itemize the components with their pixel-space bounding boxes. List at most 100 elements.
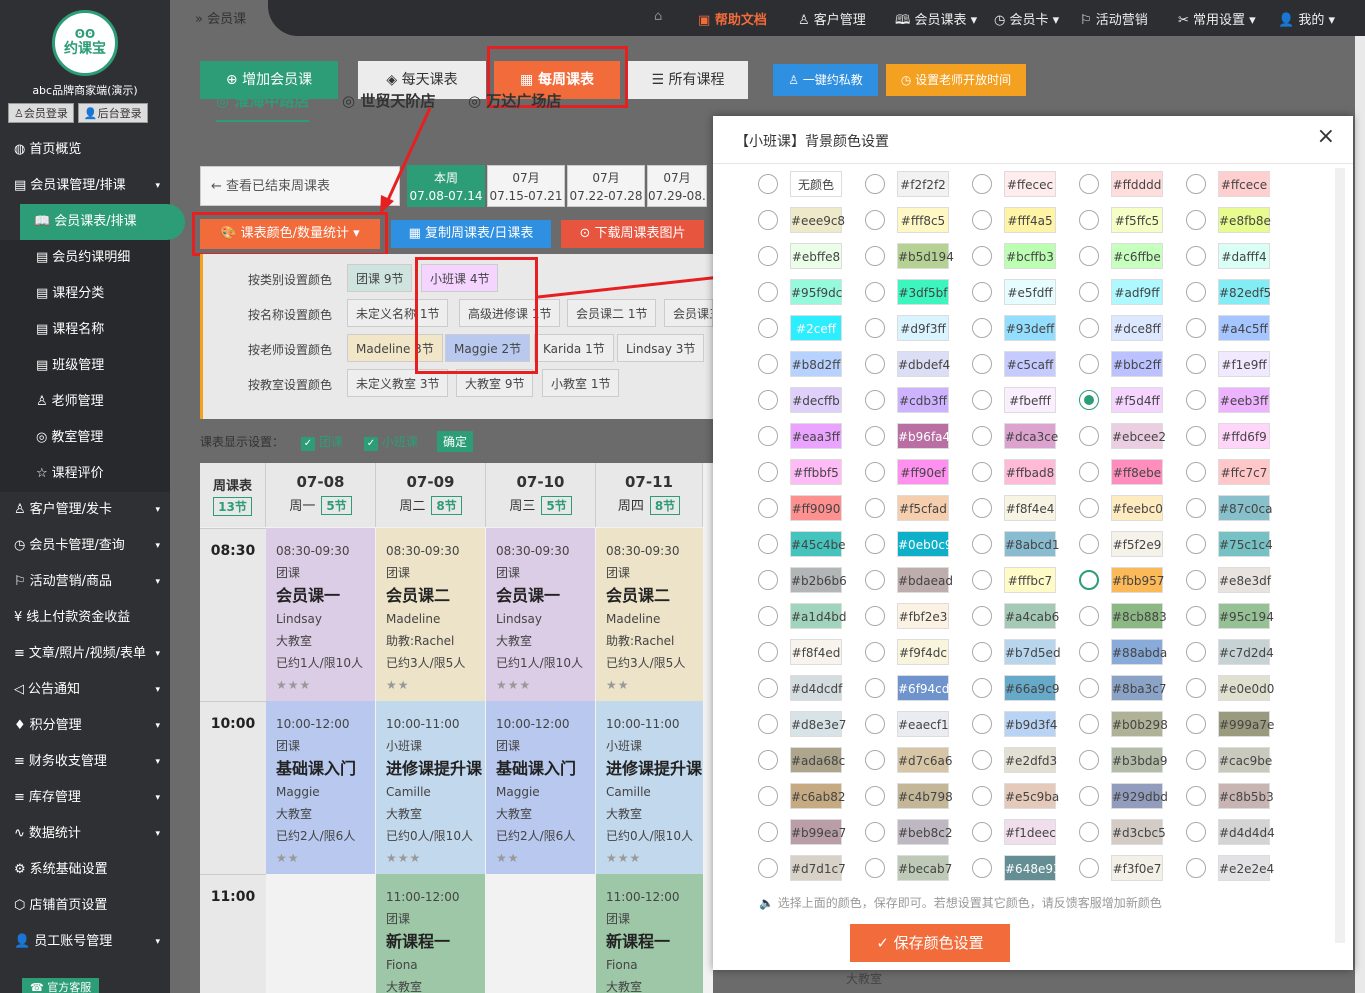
color-option[interactable]: #f5cfad xyxy=(865,495,959,521)
color-radio[interactable] xyxy=(1186,822,1206,842)
color-swatch[interactable]: #ffd6f9 xyxy=(1218,423,1270,449)
color-swatch[interactable]: #d8e3e7 xyxy=(790,711,846,737)
color-swatch[interactable]: #ffbbf5 xyxy=(790,459,842,485)
color-swatch[interactable]: #a1d4bd xyxy=(790,603,847,629)
color-swatch[interactable]: #dbdef4 xyxy=(897,351,950,377)
color-radio[interactable] xyxy=(865,282,885,302)
dialog-scrollbar[interactable] xyxy=(1335,168,1345,943)
color-swatch[interactable]: #93deff xyxy=(1004,315,1056,341)
color-radio[interactable] xyxy=(1186,858,1206,878)
color-swatch[interactable]: #eee9c8 xyxy=(790,207,845,233)
color-option[interactable]: #eee9c8 xyxy=(758,207,852,233)
color-option[interactable]: #0eb0c9 xyxy=(865,531,959,557)
color-radio[interactable] xyxy=(865,462,885,482)
color-option[interactable]: #ff9090 xyxy=(758,495,852,521)
color-radio[interactable] xyxy=(972,390,992,410)
color-option[interactable]: #999a7e xyxy=(1186,711,1280,737)
confirm-button[interactable]: 确定 xyxy=(437,431,474,452)
color-radio[interactable] xyxy=(972,678,992,698)
color-option[interactable]: #b0b298 xyxy=(1079,711,1173,737)
color-radio[interactable] xyxy=(1079,498,1099,518)
color-swatch[interactable]: #dca3ce xyxy=(1004,423,1058,449)
color-radio[interactable] xyxy=(758,426,778,446)
color-swatch[interactable]: #8cb883 xyxy=(1111,603,1167,629)
course-card[interactable]: 11:00-12:00 团课 新课程一 Fiona 大教室 xyxy=(376,874,485,993)
color-radio[interactable] xyxy=(1079,678,1099,698)
color-option[interactable]: #82edf5 xyxy=(1186,279,1280,305)
color-option[interactable]: #66a9c9 xyxy=(972,675,1066,701)
color-option[interactable]: #6f94cd xyxy=(865,675,959,701)
course-card[interactable]: 10:00-11:00 小班课 进修课提升课 Camille 大教室 已约0人/限10人 ★… xyxy=(596,701,703,874)
color-swatch[interactable]: #e2dfd3 xyxy=(1004,747,1057,773)
color-radio[interactable] xyxy=(1186,714,1206,734)
color-swatch[interactable]: #f5ffc5 xyxy=(1111,207,1163,233)
color-swatch[interactable]: #f1deec xyxy=(1004,819,1056,845)
color-option[interactable]: #ffbad8 xyxy=(972,459,1066,485)
color-radio[interactable] xyxy=(972,462,992,482)
course-card[interactable]: 11:00-12:00 团课 新课程一 Fiona 大教室 xyxy=(596,874,703,993)
color-swatch[interactable]: #6f94cd xyxy=(897,675,949,701)
color-radio[interactable] xyxy=(1079,606,1099,626)
checkbox-small-class[interactable]: ✓ 小班课 xyxy=(364,433,418,451)
color-option[interactable]: #b3bda9 xyxy=(1079,747,1173,773)
color-swatch[interactable]: #b0b298 xyxy=(1111,711,1168,737)
color-swatch[interactable]: #f9f4dc xyxy=(897,639,949,665)
color-option[interactable]: #a1d4bd xyxy=(758,603,852,629)
color-option[interactable]: #b99ea7 xyxy=(758,819,852,845)
color-radio[interactable] xyxy=(865,390,885,410)
color-radio[interactable] xyxy=(1079,714,1099,734)
color-option[interactable]: #f8f4ed xyxy=(758,639,852,665)
color-option[interactable]: #93deff xyxy=(972,315,1066,341)
color-swatch[interactable]: #82edf5 xyxy=(1218,279,1271,305)
color-radio[interactable] xyxy=(865,714,885,734)
color-option[interactable]: #ffecec xyxy=(972,171,1066,197)
color-radio[interactable] xyxy=(758,714,778,734)
color-swatch[interactable]: #a4c5ff xyxy=(1218,315,1270,341)
color-radio[interactable] xyxy=(1079,642,1099,662)
color-swatch[interactable]: #fff8c5 xyxy=(897,207,949,233)
color-radio[interactable] xyxy=(1079,246,1099,266)
color-radio[interactable] xyxy=(1079,282,1099,302)
color-radio[interactable] xyxy=(972,714,992,734)
color-swatch[interactable]: #ff8ebe xyxy=(1111,459,1163,485)
color-swatch[interactable]: #fbf2e3 xyxy=(897,603,949,629)
color-radio[interactable] xyxy=(865,354,885,374)
color-radio[interactable] xyxy=(972,858,992,878)
color-option[interactable]: #f1e9ff xyxy=(1186,351,1280,377)
color-option[interactable]: #e2e2e4 xyxy=(1186,855,1280,881)
color-option[interactable]: #d4dcdf xyxy=(758,675,852,701)
color-option[interactable]: #f5f2e9 xyxy=(1079,531,1173,557)
color-swatch[interactable]: #f5f2e9 xyxy=(1111,531,1163,557)
color-option[interactable]: #929dbd xyxy=(1079,783,1173,809)
color-option[interactable]: #b96fa4 xyxy=(865,423,959,449)
color-option[interactable]: #a4c5ff xyxy=(1186,315,1280,341)
color-radio[interactable] xyxy=(758,210,778,230)
color-option[interactable]: #95f9dc xyxy=(758,279,852,305)
color-option[interactable]: #dce8ff xyxy=(1079,315,1173,341)
course-card[interactable]: 10:00-12:00 团课 基础课入门 Maggie 大教室 已约2人/限6人 ★★ xyxy=(486,701,595,874)
color-option[interactable]: #ffd6f9 xyxy=(1186,423,1280,449)
color-radio[interactable] xyxy=(758,282,778,302)
color-radio[interactable] xyxy=(1186,174,1206,194)
color-radio[interactable] xyxy=(1186,354,1206,374)
color-swatch[interactable]: #648e93 xyxy=(1004,855,1061,881)
color-option[interactable]: #d9f3ff xyxy=(865,315,959,341)
color-radio[interactable] xyxy=(1186,570,1206,590)
color-radio[interactable] xyxy=(1186,210,1206,230)
color-swatch[interactable]: #bdaead xyxy=(897,567,953,593)
color-radio[interactable] xyxy=(758,498,778,518)
color-option[interactable]: #8cb883 xyxy=(1079,603,1173,629)
course-card[interactable]: 08:30-09:30 团课 会员课一 Lindsay 大教室 已约1人/限10人 ★★★ xyxy=(266,528,375,701)
color-radio[interactable] xyxy=(1186,462,1206,482)
close-icon[interactable]: × xyxy=(1317,124,1335,149)
color-swatch[interactable]: #b99ea7 xyxy=(790,819,846,845)
color-swatch[interactable]: #f5cfad xyxy=(897,495,949,521)
color-radio[interactable] xyxy=(1186,750,1206,770)
color-radio[interactable] xyxy=(1079,390,1099,410)
color-option[interactable]: #c6ffbe xyxy=(1079,243,1173,269)
color-swatch[interactable]: #d4d4d4 xyxy=(1218,819,1275,845)
color-swatch[interactable]: #c7d2d4 xyxy=(1218,639,1274,665)
color-option[interactable]: #95c194 xyxy=(1186,603,1280,629)
color-radio[interactable] xyxy=(1079,462,1099,482)
color-swatch[interactable]: #d7d1c7 xyxy=(790,855,846,881)
